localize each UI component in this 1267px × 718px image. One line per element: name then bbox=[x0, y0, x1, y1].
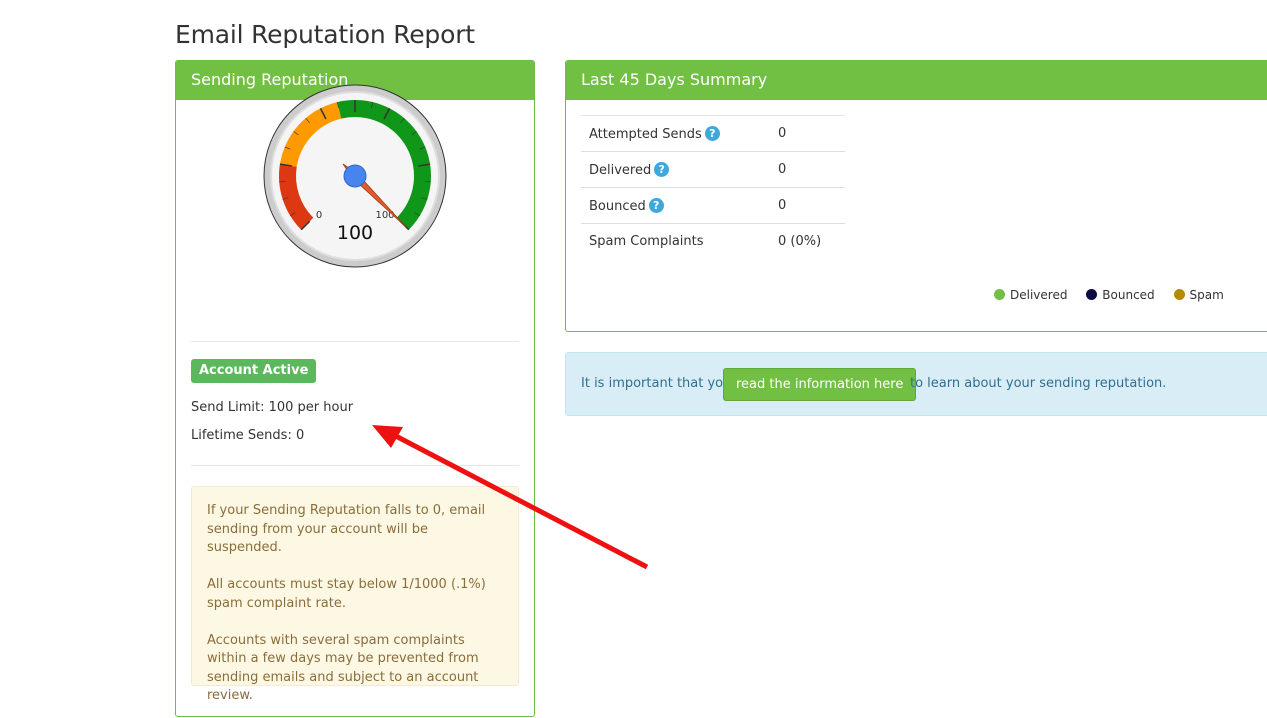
warning-text: Accounts with several spam complaints wi… bbox=[207, 632, 479, 704]
warning-text: All accounts must stay below 1/1000 (.1%… bbox=[207, 577, 486, 611]
legend-dot-icon bbox=[1086, 289, 1098, 300]
gauge-hub bbox=[343, 164, 367, 188]
warning-text: If your Sending Reputation falls to 0, e… bbox=[207, 503, 486, 555]
legend-dot-icon bbox=[1173, 289, 1185, 300]
info-text-before: It is important that you bbox=[581, 376, 732, 391]
row-label: Bounced? bbox=[581, 187, 770, 224]
lifetime-sends-text: Lifetime Sends: 0 bbox=[191, 428, 305, 443]
page-title: Email Reputation Report bbox=[175, 20, 475, 49]
help-icon[interactable]: ? bbox=[648, 197, 664, 213]
row-value: 0 bbox=[770, 151, 845, 188]
row-value: 0 bbox=[770, 115, 845, 152]
legend-dot-icon bbox=[994, 289, 1005, 300]
row-label: Attempted Sends? bbox=[581, 115, 770, 152]
send-limit-text: Send Limit: 100 per hour bbox=[191, 400, 354, 415]
legend-item-delivered[interactable]: Delivered bbox=[994, 288, 1067, 302]
legend-item-bounced[interactable]: Bounced bbox=[1086, 288, 1155, 302]
gauge-value-label: 100 bbox=[337, 222, 373, 244]
panel-heading: Last 45 Days Summary bbox=[566, 61, 1267, 100]
row-value: 0 (0%) bbox=[770, 223, 845, 260]
table-row: Bounced? 0 bbox=[581, 187, 845, 224]
row-label: Delivered? bbox=[581, 151, 770, 188]
summary-panel: Last 45 Days Summary Attempted Sends? 0 … bbox=[565, 60, 1267, 332]
read-information-button[interactable]: read the information here bbox=[723, 368, 917, 401]
summary-table: Attempted Sends? 0 Delivered? 0 Bounced?… bbox=[581, 115, 845, 260]
sending-reputation-panel: Sending Reputation 0 100 100 Account Act… bbox=[175, 60, 535, 717]
divider bbox=[191, 341, 519, 342]
info-text-after: to learn about your sending reputation. bbox=[910, 376, 1167, 391]
table-row: Attempted Sends? 0 bbox=[581, 115, 845, 152]
table-row: Spam Complaints 0 (0%) bbox=[581, 223, 845, 260]
info-alert: It is important that you read the inform… bbox=[565, 352, 1267, 416]
legend-item-spam[interactable]: Spam bbox=[1173, 288, 1224, 302]
warning-box: If your Sending Reputation falls to 0, e… bbox=[191, 486, 519, 703]
chart-legend: Delivered Bounced Spam bbox=[994, 288, 1239, 302]
reputation-gauge: 0 100 100 bbox=[263, 84, 447, 268]
divider bbox=[191, 465, 519, 466]
help-icon[interactable]: ? bbox=[704, 125, 720, 141]
row-label: Spam Complaints bbox=[581, 223, 770, 260]
table-row: Delivered? 0 bbox=[581, 151, 845, 188]
row-value: 0 bbox=[770, 187, 845, 224]
gauge-min-label: 0 bbox=[316, 210, 322, 221]
status-badge: Account Active bbox=[191, 359, 317, 383]
help-icon[interactable]: ? bbox=[654, 161, 670, 177]
